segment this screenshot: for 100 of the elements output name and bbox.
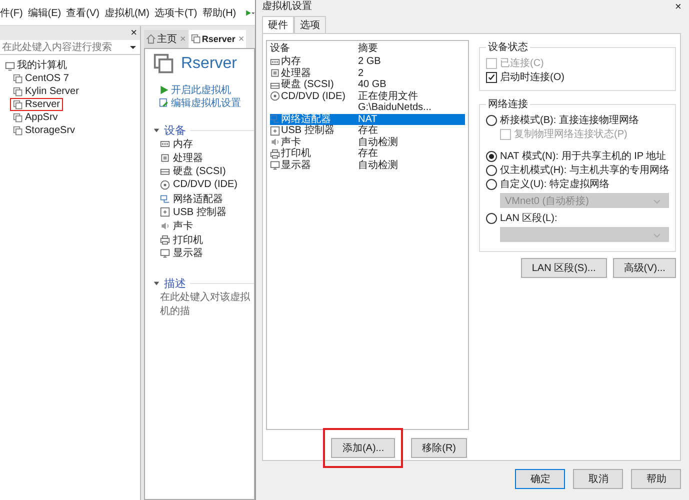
tree-item[interactable]: AppSrv [10,111,61,124]
menu-item[interactable]: 编辑(E) [28,6,62,20]
dialog-button[interactable]: 帮助 [631,469,682,489]
usb-icon [270,126,280,136]
close-button[interactable]: × [675,1,682,13]
tab-label: Rserver [202,34,236,44]
dialog-button[interactable]: 确定 [515,469,566,489]
group-title: 网络连接 [487,98,529,111]
tab[interactable]: 选项 [294,16,326,33]
device-row[interactable]: 内存 2 GB [270,56,465,68]
device-row[interactable]: 打印机 存在 [270,148,465,160]
device-summary: 存在 [358,148,378,160]
memory-icon [270,56,280,67]
device-row[interactable]: 处理器 2 [270,68,465,79]
device-label[interactable]: 网络适配器 [173,192,223,206]
tab[interactable]: 主页 × [144,30,188,48]
option-label: 自定义(U): 特定虚拟网络 [500,178,610,191]
action-link[interactable]: 开启此虚拟机 [171,82,231,96]
action-link[interactable]: 编辑虚拟机设置 [171,96,241,110]
radio-button[interactable] [486,114,497,126]
device-label[interactable]: 内存 [173,136,193,151]
device-label[interactable]: 打印机 [173,232,203,247]
disc-icon [270,91,280,102]
speaker-icon [270,137,280,148]
menu-item[interactable]: 选项卡(T) [154,6,198,20]
monitor-icon [270,160,280,170]
processor-icon [270,68,280,78]
dialog-button[interactable]: 高级(V)... [612,258,676,278]
checkbox[interactable] [486,72,497,82]
printer-icon [160,234,170,245]
computer-icon [5,60,15,70]
processor-icon [160,152,170,163]
tab[interactable]: 硬件 [262,16,294,33]
device-label[interactable]: 声卡 [173,218,193,233]
dialog-title: 虚拟机设置 [262,1,312,13]
option-label: 复制物理网络连接状态(P) [514,128,628,141]
menu-item[interactable]: 查看(V) [66,6,100,20]
menu-item[interactable]: 虚拟机(M) [104,6,150,20]
device-name: CD/DVD (IDE) [281,90,346,102]
device-label[interactable]: 显示器 [173,246,203,260]
group-title: 设备状态 [487,40,529,54]
collapse-icon[interactable] [153,280,160,287]
list-button[interactable]: 添加(A)... [331,438,396,458]
device-summary: 自动检测 [358,160,399,171]
usb-icon [160,207,170,218]
device-label[interactable]: 处理器 [173,150,203,165]
device-name: 内存 [281,56,301,68]
option-label: 已连接(C) [500,56,544,70]
tree-item[interactable]: Rserver [10,98,64,111]
virtual-machine-icon [190,34,201,44]
tab-label: 主页 [157,32,177,46]
tree-item[interactable]: Kylin Server [10,85,82,98]
device-name: 硬盘 (SCSI) [281,79,334,90]
device-row[interactable]: USB 控制器 存在 [270,125,465,136]
dialog-button[interactable]: 取消 [573,469,624,489]
device-row[interactable]: CD/DVD (IDE) 正在使用文件 G:\BaiduNetds... [270,90,465,114]
network-adapter-icon [270,114,280,124]
memory-icon [160,138,170,149]
radio-button[interactable] [486,164,497,176]
device-summary: 存在 [358,125,378,136]
dropdown-icon[interactable] [129,43,137,51]
device-row[interactable]: 声卡 自动检测 [270,136,465,148]
device-name: 显示器 [281,160,311,171]
device-name: 处理器 [281,68,311,79]
play-icon [159,84,169,94]
device-summary: 40 GB [358,79,388,90]
radio-button[interactable] [486,150,497,162]
device-label[interactable]: CD/DVD (IDE) [173,179,238,190]
monitor-icon [160,248,170,258]
menu-item[interactable]: 帮助(H) [202,6,236,20]
device-summary: 2 [358,68,365,79]
close-button[interactable]: × [130,27,137,39]
device-row[interactable]: 网络适配器 NAT [270,114,465,125]
column-header: 摘要 [358,43,379,54]
description-placeholder[interactable]: 在此处键入对该虚拟机的描 [160,290,250,318]
device-label[interactable]: USB 控制器 [173,205,226,220]
tree-item[interactable]: CentOS 7 [10,72,72,85]
radio-button[interactable] [486,212,497,224]
device-name: USB 控制器 [281,125,334,136]
speaker-icon [160,220,170,231]
device-summary: 自动检测 [358,136,399,148]
tree-item[interactable]: StorageSrv [10,124,78,137]
close-button[interactable]: × [238,34,244,44]
network-adapter-icon [160,194,170,204]
tree-item[interactable]: 我的计算机 [2,59,70,72]
device-label[interactable]: 硬盘 (SCSI) [173,164,226,178]
disc-icon [160,180,170,190]
vm-title: Rserver [181,55,238,73]
dialog-button[interactable]: LAN 区段(S)... [520,258,607,278]
device-row[interactable]: 显示器 自动检测 [270,160,465,171]
radio-button[interactable] [486,178,497,190]
list-button[interactable]: 移除(R) [411,438,467,458]
device-row[interactable]: 硬盘 (SCSI) 40 GB [270,79,465,90]
device-name: 网络适配器 [281,114,331,124]
collapse-icon[interactable] [153,126,160,134]
option-label: NAT 模式(N): 用于共享主机的 IP 地址 [500,150,666,163]
option-label: 仅主机模式(H): 与主机共享的专用网络 [500,164,670,177]
menu-item[interactable]: 件(F) [0,6,23,20]
virtual-machine-icon [153,53,175,75]
tab[interactable]: Rserver × [188,30,246,48]
